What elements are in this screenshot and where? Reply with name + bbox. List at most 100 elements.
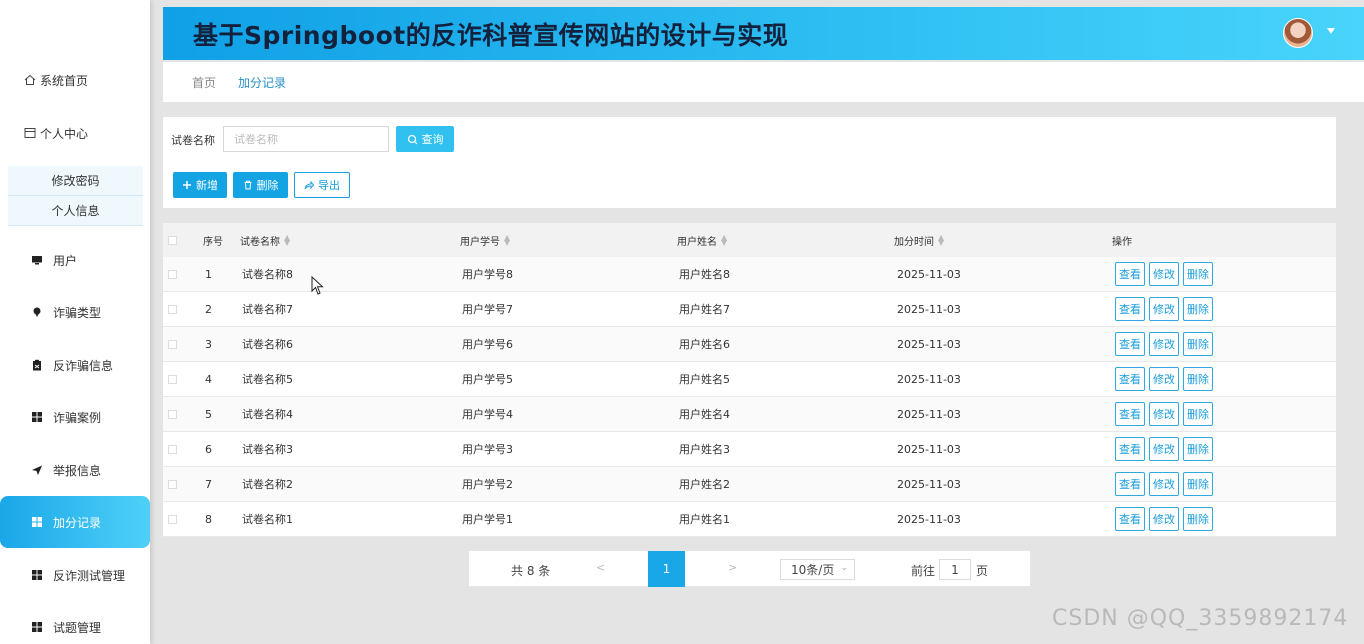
sidebar-item-fraud-types[interactable]: 诈骗类型: [0, 286, 150, 338]
sidebar-item-test-management[interactable]: 反诈测试管理: [0, 549, 150, 601]
watermark: CSDN @QQ_3359892174: [1052, 606, 1349, 631]
cell-time: 2025-11-03: [897, 477, 961, 491]
breadcrumb-home[interactable]: 首页: [192, 74, 216, 91]
cell-index: 4: [205, 372, 212, 386]
sidebar-subitem-profile[interactable]: 个人信息: [8, 196, 143, 226]
edit-button[interactable]: 修改: [1149, 262, 1179, 286]
chevron-down-icon[interactable]: [1327, 28, 1335, 34]
add-button-label: 新增: [196, 179, 218, 192]
search-input[interactable]: 试卷名称: [223, 126, 389, 152]
row-delete-button[interactable]: 删除: [1183, 367, 1213, 391]
table-row[interactable]: 7 试卷名称2 用户学号2 用户姓名2 2025-11-03 查看 修改 删除: [163, 467, 1336, 502]
row-delete-button[interactable]: 删除: [1183, 402, 1213, 426]
sidebar-item-reports[interactable]: 举报信息: [0, 444, 150, 496]
pagination: 共 8 条 < 1 > 10条/页 ⌄ 前往 1 页: [468, 550, 1031, 587]
sort-icon[interactable]: ▲ ▼: [504, 234, 510, 247]
row-delete-button[interactable]: 删除: [1183, 472, 1213, 496]
edit-button[interactable]: 修改: [1149, 507, 1179, 531]
sidebar-item-personal-center[interactable]: 个人中心: [0, 107, 150, 159]
row-checkbox[interactable]: [168, 304, 177, 314]
sidebar-item-question-management[interactable]: 试题管理: [0, 601, 150, 644]
view-button[interactable]: 查看: [1115, 507, 1145, 531]
sidebar-item-home[interactable]: 系统首页: [0, 54, 150, 106]
row-checkbox[interactable]: [168, 444, 177, 454]
sidebar-item-label: 个人中心: [40, 126, 89, 141]
cell-student-no: 用户学号3: [462, 443, 513, 456]
view-button[interactable]: 查看: [1115, 437, 1145, 461]
breadcrumb-current[interactable]: 加分记录: [238, 74, 286, 91]
table-row[interactable]: 8 试卷名称1 用户学号1 用户姓名1 2025-11-03 查看 修改 删除: [163, 502, 1336, 537]
cell-time: 2025-11-03: [897, 337, 961, 351]
edit-button[interactable]: 修改: [1149, 472, 1179, 496]
sidebar-item-anti-fraud-info[interactable]: 反诈骗信息: [0, 339, 150, 391]
edit-button[interactable]: 修改: [1149, 297, 1179, 321]
sidebar-item-fraud-cases[interactable]: 诈骗案例: [0, 391, 150, 443]
table-row[interactable]: 2 试卷名称7 用户学号7 用户姓名7 2025-11-03 查看 修改 删除: [163, 292, 1336, 327]
view-button[interactable]: 查看: [1115, 332, 1145, 356]
header-time[interactable]: 加分时间: [894, 233, 934, 248]
view-button[interactable]: 查看: [1115, 402, 1145, 426]
trash-icon: [243, 180, 253, 190]
add-button[interactable]: 新增: [173, 172, 227, 198]
cell-index: 2: [205, 302, 212, 316]
table-row[interactable]: 5 试卷名称4 用户学号4 用户姓名4 2025-11-03 查看 修改 删除: [163, 397, 1336, 432]
edit-button[interactable]: 修改: [1149, 332, 1179, 356]
avatar[interactable]: [1283, 18, 1313, 48]
edit-button[interactable]: 修改: [1149, 437, 1179, 461]
sort-icon[interactable]: ▲ ▼: [284, 234, 290, 247]
view-button[interactable]: 查看: [1115, 262, 1145, 286]
prev-page-button[interactable]: <: [596, 561, 605, 574]
cell-student-no: 用户学号2: [462, 478, 513, 491]
sidebar-item-label: 诈骗类型: [53, 305, 102, 320]
query-button-label: 查询: [421, 133, 444, 146]
plus-icon: [182, 180, 192, 190]
row-delete-button[interactable]: 删除: [1183, 262, 1213, 286]
table-row[interactable]: 4 试卷名称5 用户学号5 用户姓名5 2025-11-03 查看 修改 删除: [163, 362, 1336, 397]
row-delete-button[interactable]: 删除: [1183, 437, 1213, 461]
sort-icon[interactable]: ▲ ▼: [721, 234, 727, 247]
row-delete-button[interactable]: 删除: [1183, 332, 1213, 356]
view-button[interactable]: 查看: [1115, 472, 1145, 496]
row-checkbox[interactable]: [168, 339, 177, 349]
cell-name: 用户姓名7: [679, 303, 730, 316]
row-checkbox[interactable]: [168, 374, 177, 384]
view-button[interactable]: 查看: [1115, 367, 1145, 391]
sidebar-item-users[interactable]: 用户: [0, 234, 150, 286]
sidebar-item-label: 用户: [53, 253, 78, 268]
row-checkbox[interactable]: [168, 409, 177, 419]
table-row[interactable]: 6 试卷名称3 用户学号3 用户姓名3 2025-11-03 查看 修改 删除: [163, 432, 1336, 467]
select-all-checkbox[interactable]: [168, 235, 177, 245]
cell-paper: 试卷名称1: [242, 513, 293, 526]
page-number-button[interactable]: 1: [648, 551, 685, 587]
chevron-down-icon: ⌄: [840, 563, 848, 573]
row-delete-button[interactable]: 删除: [1183, 297, 1213, 321]
cell-name: 用户姓名4: [679, 408, 730, 421]
cell-index: 6: [205, 442, 212, 456]
query-button[interactable]: 查询: [396, 126, 454, 152]
sidebar-item-label: 加分记录: [53, 515, 102, 530]
row-checkbox[interactable]: [168, 514, 177, 524]
cell-paper: 试卷名称3: [242, 443, 293, 456]
sidebar-item-bonus-records[interactable]: 加分记录: [0, 496, 150, 548]
row-delete-button[interactable]: 删除: [1183, 507, 1213, 531]
edit-button[interactable]: 修改: [1149, 367, 1179, 391]
header-name[interactable]: 用户姓名: [677, 233, 717, 248]
delete-button[interactable]: 删除: [233, 172, 288, 198]
cell-time: 2025-11-03: [897, 372, 961, 386]
sidebar-item-label: 反诈骗信息: [53, 358, 114, 373]
cell-time: 2025-11-03: [897, 302, 961, 316]
table-row[interactable]: 3 试卷名称6 用户学号6 用户姓名6 2025-11-03 查看 修改 删除: [163, 327, 1336, 362]
page-size-select[interactable]: 10条/页 ⌄: [780, 559, 855, 580]
row-checkbox[interactable]: [168, 479, 177, 489]
next-page-button[interactable]: >: [728, 561, 737, 574]
row-checkbox[interactable]: [168, 269, 177, 279]
table-row[interactable]: 1 试卷名称8 用户学号8 用户姓名8 2025-11-03 查看 修改 删除: [163, 257, 1336, 292]
goto-page-input[interactable]: 1: [939, 559, 971, 580]
export-button[interactable]: 导出: [294, 172, 350, 198]
header-paper[interactable]: 试卷名称: [240, 233, 280, 248]
sort-icon[interactable]: ▲ ▼: [938, 234, 944, 247]
view-button[interactable]: 查看: [1115, 297, 1145, 321]
header-student-no[interactable]: 用户学号: [460, 233, 500, 248]
sidebar-subitem-change-password[interactable]: 修改密码: [8, 166, 143, 196]
edit-button[interactable]: 修改: [1149, 402, 1179, 426]
